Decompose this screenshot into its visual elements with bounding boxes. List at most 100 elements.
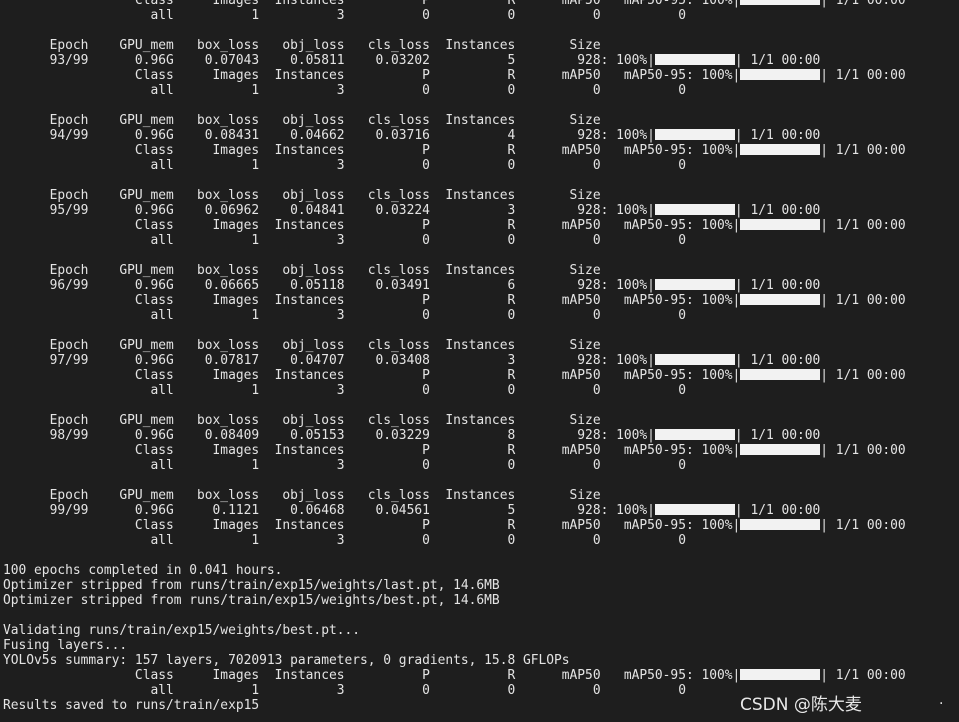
- terminal-text: all 1 3 0 0 0 0: [3, 8, 686, 23]
- terminal-text: | 1/1 00:00: [734, 428, 821, 443]
- terminal-line: Epoch GPU_mem box_loss obj_loss cls_loss…: [3, 413, 906, 428]
- watermark-label: CSDN @陈大麦: [740, 695, 862, 715]
- terminal-text: | 1/1 00:00: [820, 518, 906, 533]
- progress-bar: [654, 504, 735, 515]
- terminal-line: Optimizer stripped from runs/train/exp15…: [3, 578, 906, 593]
- terminal-text: 98/99 0.96G 0.08409 0.05153 0.03229 8 92…: [3, 428, 655, 443]
- watermark-dot: .: [939, 692, 944, 708]
- terminal-line: Class Images Instances P R mAP50 mAP50-9…: [3, 368, 906, 383]
- progress-bar: [740, 144, 821, 155]
- terminal-line: Epoch GPU_mem box_loss obj_loss cls_loss…: [3, 338, 906, 353]
- progress-bar: [654, 354, 735, 365]
- progress-bar: [740, 294, 821, 305]
- terminal-text: all 1 3 0 0 0 0: [3, 683, 686, 698]
- terminal-text: all 1 3 0 0 0 0: [3, 233, 686, 248]
- terminal-text: Epoch GPU_mem box_loss obj_loss cls_loss…: [3, 413, 601, 428]
- terminal-line: Epoch GPU_mem box_loss obj_loss cls_loss…: [3, 263, 906, 278]
- terminal-line: Epoch GPU_mem box_loss obj_loss cls_loss…: [3, 488, 906, 503]
- terminal-text: Epoch GPU_mem box_loss obj_loss cls_loss…: [3, 488, 601, 503]
- terminal-text: 97/99 0.96G 0.07817 0.04707 0.03408 3 92…: [3, 353, 655, 368]
- terminal-text: 94/99 0.96G 0.08431 0.04662 0.03716 4 92…: [3, 128, 655, 143]
- progress-bar: [740, 669, 821, 680]
- terminal-line: Class Images Instances P R mAP50 mAP50-9…: [3, 443, 906, 458]
- progress-bar: [740, 69, 821, 80]
- terminal-line: Epoch GPU_mem box_loss obj_loss cls_loss…: [3, 113, 906, 128]
- terminal-line: 98/99 0.96G 0.08409 0.05153 0.03229 8 92…: [3, 428, 906, 443]
- terminal-line: all 1 3 0 0 0 0: [3, 8, 906, 23]
- terminal-text: | 1/1 00:00: [820, 0, 906, 8]
- terminal-text: Results saved to runs/train/exp15: [3, 698, 260, 713]
- terminal-text: | 1/1 00:00: [820, 443, 906, 458]
- terminal-text: Epoch GPU_mem box_loss obj_loss cls_loss…: [3, 338, 601, 353]
- progress-bar: [740, 369, 821, 380]
- progress-bar: [654, 204, 735, 215]
- terminal-line: 100 epochs completed in 0.041 hours.: [3, 563, 906, 578]
- terminal-text: 93/99 0.96G 0.07043 0.05811 0.03202 5 92…: [3, 53, 655, 68]
- terminal-text: | 1/1 00:00: [820, 293, 906, 308]
- terminal-text: Class Images Instances P R mAP50 mAP50-9…: [3, 68, 741, 83]
- terminal-line: Class Images Instances P R mAP50 mAP50-9…: [3, 518, 906, 533]
- terminal-text: Class Images Instances P R mAP50 mAP50-9…: [3, 518, 741, 533]
- terminal-text: Epoch GPU_mem box_loss obj_loss cls_loss…: [3, 38, 601, 53]
- terminal-text: | 1/1 00:00: [734, 53, 821, 68]
- terminal-text: Class Images Instances P R mAP50 mAP50-9…: [3, 0, 741, 8]
- terminal-text: all 1 3 0 0 0 0: [3, 383, 686, 398]
- progress-bar: [740, 219, 821, 230]
- terminal-line: 96/99 0.96G 0.06665 0.05118 0.03491 6 92…: [3, 278, 906, 293]
- terminal-text: | 1/1 00:00: [734, 353, 821, 368]
- terminal-text: Epoch GPU_mem box_loss obj_loss cls_loss…: [3, 263, 601, 278]
- terminal-text: 100 epochs completed in 0.041 hours.: [3, 563, 283, 578]
- terminal-text: Class Images Instances P R mAP50 mAP50-9…: [3, 218, 741, 233]
- terminal-line: Class Images Instances P R mAP50 mAP50-9…: [3, 143, 906, 158]
- terminal-text: all 1 3 0 0 0 0: [3, 83, 686, 98]
- progress-bar: [654, 54, 735, 65]
- terminal-text: 99/99 0.96G 0.1121 0.06468 0.04561 5 928…: [3, 503, 655, 518]
- terminal-text: | 1/1 00:00: [820, 668, 906, 683]
- terminal-line: all 1 3 0 0 0 0: [3, 458, 906, 473]
- terminal-line: YOLOv5s summary: 157 layers, 7020913 par…: [3, 653, 906, 668]
- terminal-line: Class Images Instances P R mAP50 mAP50-9…: [3, 218, 906, 233]
- progress-bar: [740, 519, 821, 530]
- terminal-text: Class Images Instances P R mAP50 mAP50-9…: [3, 293, 741, 308]
- terminal-line: Class Images Instances P R mAP50 mAP50-9…: [3, 68, 906, 83]
- terminal-text: 96/99 0.96G 0.06665 0.05118 0.03491 6 92…: [3, 278, 655, 293]
- terminal-text: | 1/1 00:00: [820, 68, 906, 83]
- progress-bar: [740, 0, 821, 5]
- terminal-line: 97/99 0.96G 0.07817 0.04707 0.03408 3 92…: [3, 353, 906, 368]
- terminal-text: Optimizer stripped from runs/train/exp15…: [3, 578, 500, 593]
- terminal-line: 95/99 0.96G 0.06962 0.04841 0.03224 3 92…: [3, 203, 906, 218]
- terminal-line: Validating runs/train/exp15/weights/best…: [3, 623, 906, 638]
- terminal-line: Optimizer stripped from runs/train/exp15…: [3, 593, 906, 608]
- terminal-line: Class Images Instances P R mAP50 mAP50-9…: [3, 293, 906, 308]
- terminal-text: Class Images Instances P R mAP50 mAP50-9…: [3, 368, 741, 383]
- terminal-line: all 1 3 0 0 0 0: [3, 533, 906, 548]
- terminal-text: | 1/1 00:00: [734, 203, 821, 218]
- terminal-line: 93/99 0.96G 0.07043 0.05811 0.03202 5 92…: [3, 53, 906, 68]
- terminal-text: Class Images Instances P R mAP50 mAP50-9…: [3, 443, 741, 458]
- terminal-text: Epoch GPU_mem box_loss obj_loss cls_loss…: [3, 113, 601, 128]
- terminal-text: all 1 3 0 0 0 0: [3, 308, 686, 323]
- progress-bar: [654, 429, 735, 440]
- terminal-output: Class Images Instances P R mAP50 mAP50-9…: [3, 0, 906, 713]
- terminal-text: Epoch GPU_mem box_loss obj_loss cls_loss…: [3, 188, 601, 203]
- terminal-text: 95/99 0.96G 0.06962 0.04841 0.03224 3 92…: [3, 203, 655, 218]
- terminal-window[interactable]: Class Images Instances P R mAP50 mAP50-9…: [0, 0, 959, 722]
- terminal-line: Epoch GPU_mem box_loss obj_loss cls_loss…: [3, 38, 906, 53]
- terminal-text: | 1/1 00:00: [734, 503, 821, 518]
- terminal-text: all 1 3 0 0 0 0: [3, 533, 686, 548]
- terminal-text: | 1/1 00:00: [734, 278, 821, 293]
- terminal-text: Optimizer stripped from runs/train/exp15…: [3, 593, 500, 608]
- terminal-line: all 1 3 0 0 0 0: [3, 383, 906, 398]
- terminal-line: Class Images Instances P R mAP50 mAP50-9…: [3, 668, 906, 683]
- terminal-line: Fusing layers...: [3, 638, 906, 653]
- terminal-line: all 1 3 0 0 0 0: [3, 233, 906, 248]
- progress-bar: [654, 129, 735, 140]
- terminal-text: | 1/1 00:00: [820, 143, 906, 158]
- terminal-text: | 1/1 00:00: [820, 218, 906, 233]
